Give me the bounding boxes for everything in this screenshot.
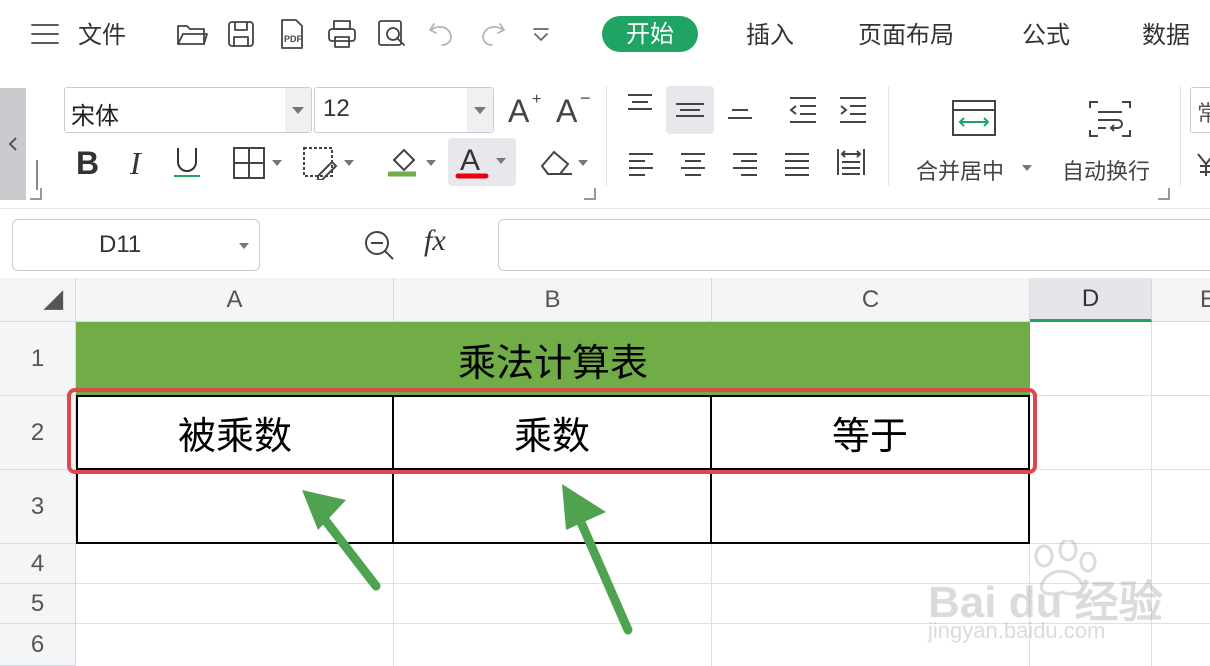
row-header-5[interactable]: 5 (0, 584, 76, 624)
merge-center-icon[interactable] (950, 98, 998, 138)
decrease-font-size-icon[interactable]: A − (556, 90, 596, 128)
open-folder-icon[interactable] (176, 20, 208, 48)
svg-text:−: − (580, 90, 591, 108)
insert-function-button[interactable]: fx (424, 224, 446, 258)
tab-home[interactable]: 开始 (602, 16, 698, 52)
font-size-dropdown[interactable] (467, 88, 493, 132)
borders-icon[interactable] (232, 146, 286, 180)
align-middle-icon (676, 103, 704, 117)
cell-c3[interactable] (710, 468, 1030, 544)
font-color-icon: A (460, 144, 480, 177)
justify-icon[interactable] (782, 150, 812, 178)
save-icon[interactable] (226, 19, 256, 49)
font-name-dropdown[interactable] (285, 88, 311, 132)
title-cell-a1[interactable]: 乘法计算表 (76, 322, 1030, 396)
align-center-icon[interactable] (678, 150, 708, 178)
distributed-align-icon[interactable] (834, 146, 868, 178)
undo-icon[interactable] (428, 20, 458, 48)
ribbon-separator (888, 86, 889, 186)
ribbon-separator (1180, 86, 1181, 186)
svg-text:PDF: PDF (284, 34, 303, 44)
column-header-a[interactable]: A (76, 278, 394, 322)
print-preview-icon[interactable] (376, 18, 408, 50)
font-name-value: 宋体 (71, 102, 119, 130)
file-menu[interactable]: 文件 (78, 18, 126, 52)
ribbon-scroll-left-button[interactable] (0, 88, 26, 200)
align-top-icon[interactable] (624, 92, 656, 118)
increase-indent-icon[interactable] (836, 94, 870, 124)
cell-style-icon[interactable] (302, 146, 360, 180)
tab-page-layout[interactable]: 页面布局 (858, 18, 954, 52)
row-header-1[interactable]: 1 (0, 322, 76, 396)
row-header-4[interactable]: 4 (0, 544, 76, 584)
align-left-icon[interactable] (626, 150, 656, 178)
svg-text:B: B (76, 145, 99, 180)
svg-text:A: A (556, 93, 578, 128)
column-header-c[interactable]: C (712, 278, 1030, 322)
currency-icon[interactable] (1196, 150, 1210, 178)
merge-center-dropdown-icon[interactable] (1020, 162, 1034, 174)
font-color-button[interactable]: A (448, 138, 516, 186)
increase-font-size-icon[interactable]: A + (508, 90, 544, 128)
more-dropdown-icon[interactable] (530, 26, 552, 44)
align-bottom-icon[interactable] (724, 96, 756, 126)
number-format-select[interactable]: 常 (1190, 87, 1210, 133)
column-header-e[interactable]: E (1152, 278, 1210, 322)
font-size-value: 12 (323, 95, 350, 122)
tab-insert[interactable]: 插入 (746, 18, 794, 52)
font-name-select[interactable]: 宋体 (64, 87, 312, 133)
watermark: Bai du 经验 jingyan.baidu.com (928, 540, 1198, 660)
ribbon-divider (26, 160, 38, 190)
export-pdf-icon[interactable]: PDF (276, 18, 308, 50)
decrease-indent-icon[interactable] (786, 94, 820, 124)
redo-icon[interactable] (476, 20, 506, 48)
bold-icon[interactable]: B (74, 142, 104, 180)
cell-a3[interactable] (76, 468, 394, 544)
align-group-launcher[interactable] (1158, 188, 1170, 200)
select-all-corner[interactable] (0, 278, 76, 322)
row-header-6[interactable]: 6 (0, 624, 76, 666)
highlight-box (67, 388, 1037, 474)
menu-bar: 文件 PDF 开始 插入 页面布局 公式 数据 (0, 0, 1210, 72)
name-box-value: D11 (99, 231, 142, 258)
tab-data[interactable]: 数据 (1142, 18, 1190, 52)
svg-text:A: A (508, 93, 530, 128)
wrap-text-button[interactable]: 自动换行 (1062, 154, 1150, 186)
name-box-dropdown-icon (239, 243, 249, 249)
fill-color-icon[interactable] (386, 144, 440, 180)
watermark-url: jingyan.baidu.com (928, 618, 1106, 643)
italic-icon[interactable]: I (126, 142, 152, 180)
wrap-text-icon[interactable] (1086, 98, 1134, 140)
hamburger-menu-icon[interactable] (30, 22, 60, 46)
column-header-b[interactable]: B (394, 278, 712, 322)
name-box[interactable]: D11 (12, 219, 260, 271)
cell-b3[interactable] (392, 468, 712, 544)
row-header-2[interactable]: 2 (0, 396, 76, 470)
number-format-value: 常 (1197, 96, 1210, 128)
align-middle-button[interactable] (666, 86, 714, 134)
column-header-d[interactable]: D (1030, 278, 1152, 322)
clear-format-icon[interactable] (538, 146, 594, 178)
underline-icon[interactable] (170, 144, 204, 180)
print-icon[interactable] (326, 18, 358, 50)
ribbon-separator (606, 86, 607, 186)
font-group-launcher[interactable] (584, 188, 596, 200)
svg-text:+: + (532, 91, 541, 108)
svg-text:I: I (129, 145, 142, 180)
ribbon-group-launcher[interactable] (30, 188, 42, 200)
row-header-3[interactable]: 3 (0, 470, 76, 544)
formula-input[interactable] (498, 219, 1210, 271)
tab-formulas[interactable]: 公式 (1022, 18, 1070, 52)
merge-center-button[interactable]: 合并居中 (916, 154, 1004, 186)
font-size-select[interactable]: 12 (314, 87, 494, 133)
zoom-formula-icon[interactable] (362, 228, 398, 262)
align-right-icon[interactable] (730, 150, 760, 178)
